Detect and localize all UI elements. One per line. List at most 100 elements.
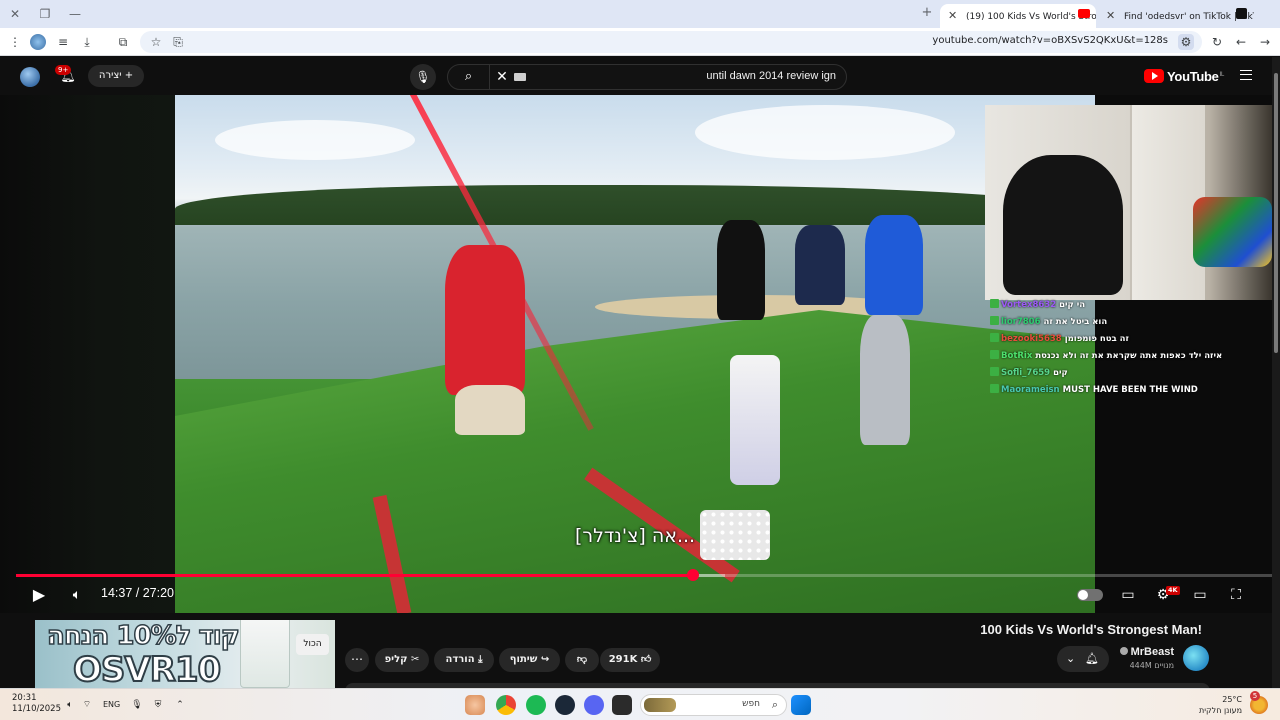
back-arrow-icon[interactable]: ← [1233, 34, 1249, 50]
clip-label: קליפ [384, 654, 408, 665]
chat-badge-icon [990, 350, 999, 359]
theater-mode-icon[interactable]: ▭ [1189, 584, 1211, 606]
account-avatar[interactable] [20, 67, 40, 87]
address-bar[interactable]: ☆ ⎘ youtube.com/watch?v=oBXSvS2QKxU&t=12… [140, 31, 1202, 53]
clear-search-icon[interactable]: ✕ [494, 69, 510, 85]
keyboard-icon[interactable] [514, 73, 526, 81]
steam-icon[interactable] [555, 695, 575, 715]
search-input[interactable]: until dawn 2014 review ign [706, 70, 836, 82]
forward-arrow-icon[interactable]: → [1257, 34, 1273, 50]
subtitles-icon[interactable]: ▭ [1117, 584, 1139, 606]
wifi-icon[interactable]: ⌔ [80, 698, 94, 712]
page-scrollbar[interactable] [1272, 57, 1280, 688]
tab-close-icon[interactable]: ✕ [1106, 6, 1118, 26]
youtube-logo[interactable]: YouTubeIL [1144, 69, 1224, 85]
weather-widget[interactable]: 25°C מעונן חלקית [1199, 694, 1242, 716]
search-icon[interactable]: ⌕ [448, 65, 490, 89]
time-display: 14:37 / 27:20 [101, 586, 174, 600]
language-indicator[interactable]: ENG [103, 700, 120, 709]
tab-youtube[interactable]: ✕ (19) 100 Kids Vs World's Strong [940, 4, 1096, 28]
ad-all-button[interactable]: הכול [296, 634, 329, 655]
chat-message: Vortex8632 הי קים [990, 297, 1272, 314]
app-avatar-icon[interactable] [465, 695, 485, 715]
chat-message: Maorameisn MUST HAVE BEEN THE WIND [990, 382, 1272, 399]
chat-message: lior7806 הוא ביטל את זה [990, 314, 1272, 331]
chat-username: Sofli_7659 [1001, 368, 1051, 378]
autoplay-toggle[interactable] [1077, 589, 1103, 601]
reading-list-icon[interactable]: ≡ [55, 34, 71, 50]
thumbs-up-icon: 👍︎ [640, 654, 652, 665]
spotify-icon[interactable] [526, 695, 546, 715]
bookmark-star-icon[interactable]: ☆ [148, 34, 164, 50]
stream-chat: Vortex8632 הי קים lior7806 הוא ביטל את זה be… [990, 297, 1272, 399]
scissors-icon: ✂ [411, 654, 420, 665]
subscriber-count: 444M מנויים [1129, 661, 1174, 670]
search-icon: ⌕ [771, 698, 778, 711]
tab-title: (19) 100 Kids Vs World's Strong [966, 12, 1096, 22]
create-button[interactable]: יצירה + [88, 65, 144, 87]
progress-bar[interactable] [16, 569, 1280, 581]
menu-dots-icon[interactable]: ⋮ [7, 34, 23, 50]
channel-name-text: MrBeast [1130, 646, 1174, 658]
ad-banner[interactable]: קוד ל10% הנחה OSVR10 [35, 620, 335, 688]
verified-icon [1119, 647, 1128, 655]
country-code: IL [1219, 71, 1225, 78]
scrollbar-thumb[interactable] [1274, 73, 1278, 353]
clock-time: 20:31 [12, 693, 37, 703]
tray-chevron-up-icon[interactable]: ⌃ [173, 698, 187, 712]
volume-icon[interactable]: 🔈︎ [66, 584, 88, 606]
guide-menu-icon[interactable] [1240, 70, 1252, 80]
like-count: 291K [608, 654, 638, 665]
chat-text: הי קים [1059, 300, 1086, 310]
tab-tiktok[interactable]: ✕ Find 'odedsvr' on TikTok | TikTo [1098, 4, 1254, 28]
channel-avatar[interactable] [1183, 645, 1209, 671]
defender-icon[interactable]: ⛨ [151, 698, 165, 712]
chat-badge-icon [990, 367, 999, 376]
subscribed-notifications-button[interactable]: ⌄ 🔔︎ [1057, 646, 1109, 672]
tab-close-icon[interactable]: ✕ [948, 6, 960, 26]
window-restore-icon[interactable]: ❐ [37, 6, 53, 22]
more-actions-icon[interactable]: ⋯ [345, 648, 369, 672]
window-close-icon[interactable]: ✕ [7, 6, 23, 22]
share-button[interactable]: שיתוף ↪ [499, 648, 560, 672]
taskbar-search[interactable]: חפש ⌕ [640, 694, 787, 716]
extensions-icon[interactable]: ⧉ [115, 34, 131, 50]
clip-button[interactable]: קליפ ✂ [375, 648, 429, 672]
chat-message: bezooki5638 זה בטח פומפומן [990, 331, 1272, 348]
download-button[interactable]: הורדה ⤓ [434, 648, 494, 672]
bell-icon: 🔔︎ [1085, 652, 1099, 665]
fullscreen-icon[interactable]: ⛶ [1225, 584, 1247, 606]
downloads-icon[interactable]: ⤓ [79, 34, 95, 50]
terminal-icon[interactable] [612, 695, 632, 715]
windows-start-icon[interactable] [791, 695, 811, 715]
browser-toolbar: ⋮ ≡ ⤓ ⧉ ☆ ⎘ youtube.com/watch?v=oBXSvS2Q… [0, 28, 1280, 56]
channel-name[interactable]: MrBeast [1119, 646, 1174, 658]
microphone-icon[interactable]: 🎙︎ [130, 698, 144, 712]
window-minimize-icon[interactable]: — [67, 6, 83, 22]
search-box[interactable]: ⌕ ✕ until dawn 2014 review ign [447, 64, 847, 90]
golfer-red-shirt [445, 245, 525, 395]
dislike-button[interactable]: 👎︎ [565, 648, 599, 672]
speaker-icon[interactable]: 🔈︎ [63, 698, 77, 712]
man-black-shirt [717, 220, 765, 320]
voice-search-icon[interactable]: 🎙︎ [410, 64, 436, 90]
man-navy-shirt [795, 225, 845, 305]
like-button[interactable]: 291K 👍︎ [600, 648, 660, 672]
profile-avatar-icon[interactable] [30, 34, 46, 50]
site-settings-icon[interactable]: ⚙ [1178, 34, 1194, 50]
chat-text: איזה ילד כאפות אתה שקראת את זה ולא נכנסת [1035, 351, 1223, 361]
video-title: 100 Kids Vs World's Strongest Man! [980, 622, 1202, 637]
chrome-icon[interactable] [496, 695, 516, 715]
chat-username: BotRix [1001, 351, 1033, 361]
install-app-icon[interactable]: ⎘ [170, 34, 186, 50]
man-grey-pants [860, 315, 910, 445]
play-icon[interactable]: ▶ [28, 584, 50, 606]
reload-icon[interactable]: ↻ [1209, 34, 1225, 50]
download-icon: ⤓ [478, 654, 483, 665]
taskbar-clock[interactable]: 20:31 11/10/2025 [12, 693, 61, 715]
cloud [215, 120, 415, 160]
discord-icon[interactable] [584, 695, 604, 715]
new-tab-icon[interactable]: + [920, 6, 934, 20]
video-frame[interactable]: [צ'נדלר] אה... [175, 95, 1095, 613]
url-text: youtube.com/watch?v=oBXSvS2QKxU&t=128s [932, 35, 1168, 46]
